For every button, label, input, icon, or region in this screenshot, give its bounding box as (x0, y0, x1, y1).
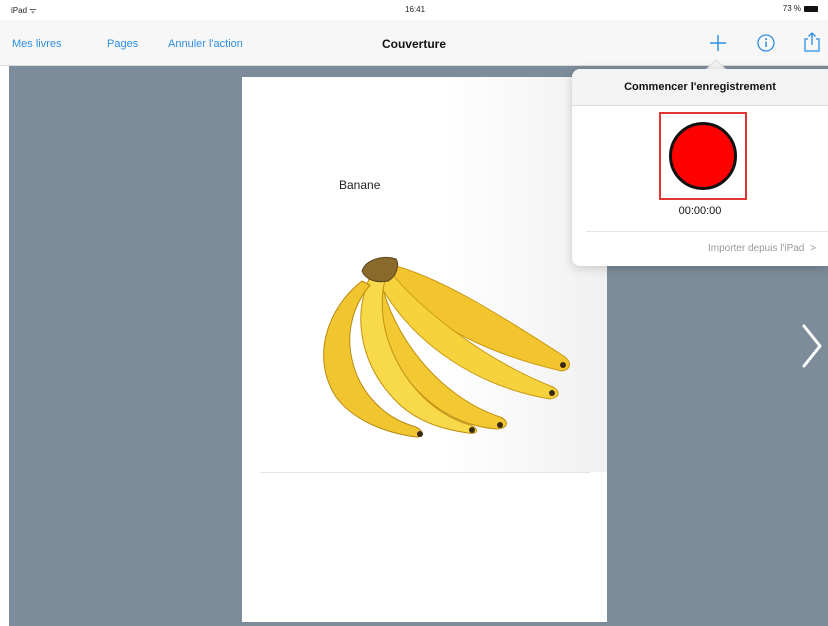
popover-divider (586, 231, 828, 232)
book-page[interactable]: Banane (242, 77, 607, 622)
info-icon[interactable] (756, 33, 776, 58)
battery-icon (804, 5, 818, 12)
import-from-ipad-link[interactable]: Importer depuis l'iPad > (708, 243, 816, 254)
import-link-label: Importer depuis l'iPad (707, 243, 805, 254)
plus-icon[interactable] (708, 33, 728, 58)
banana-image[interactable] (300, 237, 580, 452)
record-timer: 00:00:00 (678, 205, 722, 217)
status-bar: iPad ᯤ 16:41 73 % (0, 0, 828, 20)
battery-indicator: 73 % (783, 4, 818, 13)
popover-title: Commencer l'enregistrement (572, 69, 828, 106)
next-page-chevron-icon[interactable] (800, 322, 824, 375)
page-divider (260, 472, 590, 473)
record-button[interactable] (659, 112, 747, 200)
record-icon (669, 122, 737, 190)
app-screen: iPad ᯤ 16:41 73 % Mes livres Pages Annul… (0, 0, 828, 626)
battery-percent: 73 % (782, 4, 801, 13)
chevron-right-icon: > (810, 243, 816, 254)
share-icon[interactable] (803, 31, 821, 58)
device-label: iPad ᯤ (11, 6, 37, 15)
recording-popover: Commencer l'enregistrement 00:00:00 Impo… (572, 69, 828, 266)
status-time: 16:41 (405, 5, 426, 14)
nav-title: Couverture (381, 37, 446, 51)
nav-bar: Mes livres Pages Annuler l'action Couver… (0, 20, 828, 66)
page-word-label[interactable]: Banane (339, 178, 380, 192)
